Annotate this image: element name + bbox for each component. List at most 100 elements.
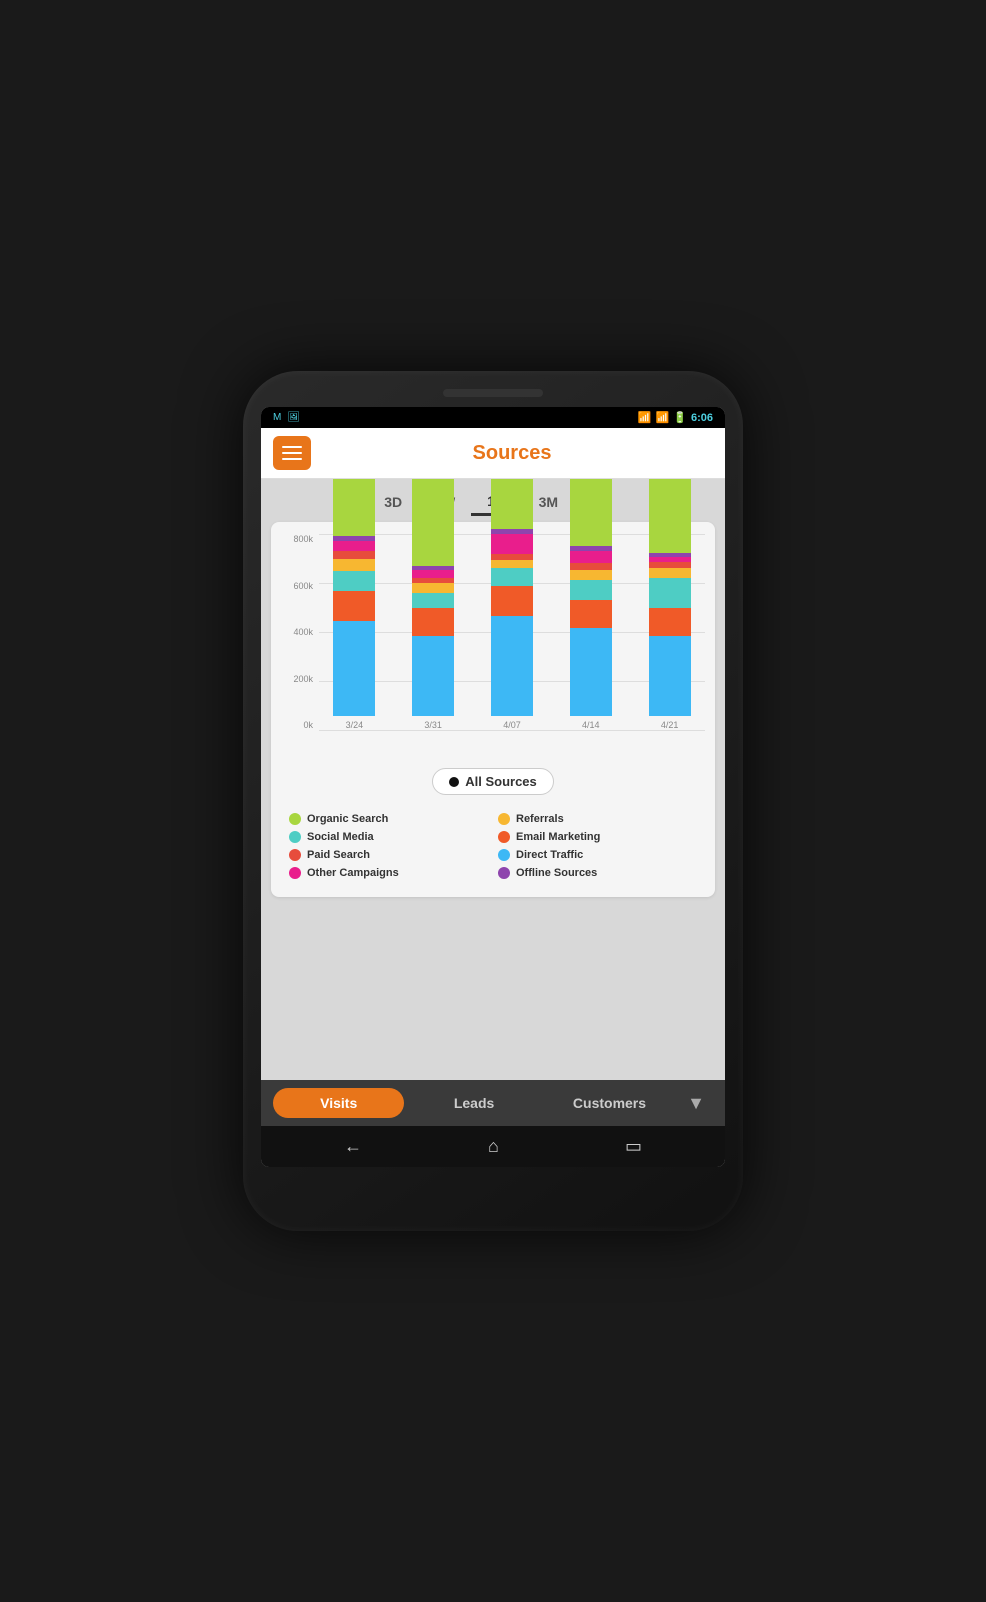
segment-direct-407 xyxy=(491,616,533,716)
stacked-bar-324 xyxy=(333,479,375,716)
page-title: Sources xyxy=(311,442,713,465)
legend-dot-other xyxy=(289,867,301,879)
legend-label-social: Social Media xyxy=(307,831,374,843)
menu-line-3 xyxy=(282,458,302,460)
legend-item-email[interactable]: Email Marketing xyxy=(498,831,697,843)
bar-label-324: 3/24 xyxy=(346,720,364,730)
phone-device: M 🖼 📶 📶 🔋 6:06 Sources 3D xyxy=(243,371,743,1231)
segment-paid-324 xyxy=(333,551,375,559)
legend-dot-social xyxy=(289,831,301,843)
segment-direct-331 xyxy=(412,636,454,716)
bar-label-331: 3/31 xyxy=(424,720,442,730)
segment-other-407 xyxy=(491,534,533,554)
segment-email-414 xyxy=(570,600,612,628)
legend-dot-offline xyxy=(498,867,510,879)
all-sources-button[interactable]: All Sources xyxy=(432,768,554,795)
segment-referral-407 xyxy=(491,560,533,568)
segment-email-421 xyxy=(649,608,691,636)
stacked-bar-331 xyxy=(412,479,454,716)
legend-label-organic: Organic Search xyxy=(307,813,388,825)
segment-paid-414 xyxy=(570,563,612,570)
menu-button[interactable] xyxy=(273,436,311,470)
legend-item-organic[interactable]: Organic Search xyxy=(289,813,488,825)
filter-icon[interactable]: ▼ xyxy=(679,1089,713,1118)
bar-group-421: 4/21 xyxy=(634,479,705,730)
legend-item-other[interactable]: Other Campaigns xyxy=(289,867,488,879)
stacked-bar-414 xyxy=(570,479,612,716)
segment-social-421 xyxy=(649,578,691,608)
legend-dot-organic xyxy=(289,813,301,825)
status-bar: M 🖼 📶 📶 🔋 6:06 xyxy=(261,407,725,428)
bars-container: 3/24 xyxy=(319,534,705,730)
legend-item-direct[interactable]: Direct Traffic xyxy=(498,849,697,861)
bar-group-324: 3/24 xyxy=(319,479,390,730)
status-left: M 🖼 xyxy=(273,412,300,423)
tab-customers[interactable]: Customers xyxy=(544,1088,675,1118)
bar-label-407: 4/07 xyxy=(503,720,521,730)
tab-leads[interactable]: Leads xyxy=(408,1088,539,1118)
recent-button[interactable]: ▭ xyxy=(625,1136,642,1157)
segment-other-324 xyxy=(333,541,375,551)
image-icon: 🖼 xyxy=(287,412,300,423)
all-sources-dot xyxy=(449,777,459,787)
segment-direct-414 xyxy=(570,628,612,716)
stacked-bar-407 xyxy=(491,479,533,716)
back-button[interactable]: ← xyxy=(344,1136,362,1157)
tab-visits[interactable]: Visits xyxy=(273,1088,404,1118)
bar-label-414: 4/14 xyxy=(582,720,600,730)
y-label-0k: 0k xyxy=(281,720,317,730)
segment-organic-324 xyxy=(333,479,375,536)
main-content: 3D 1W 1M 3M ... 800k 600k 400k 200k 0k xyxy=(261,479,725,1080)
legend-item-offline[interactable]: Offline Sources xyxy=(498,867,697,879)
chart-area: 800k 600k 400k 200k 0k xyxy=(281,534,705,754)
segment-organic-414 xyxy=(570,479,612,546)
chart-card: 800k 600k 400k 200k 0k xyxy=(271,522,715,897)
all-sources-label: All Sources xyxy=(465,774,537,789)
legend-label-email: Email Marketing xyxy=(516,831,600,843)
segment-email-324 xyxy=(333,591,375,621)
segment-social-331 xyxy=(412,593,454,608)
wifi-icon: 📶 xyxy=(638,411,652,424)
y-label-600k: 600k xyxy=(281,581,317,591)
segment-other-414 xyxy=(570,551,612,563)
signal-icon: 📶 xyxy=(656,411,670,424)
status-right: 📶 📶 🔋 6:06 xyxy=(638,411,713,424)
legend-dot-direct xyxy=(498,849,510,861)
legend-item-paid[interactable]: Paid Search xyxy=(289,849,488,861)
phone-speaker xyxy=(443,389,543,397)
legend-label-offline: Offline Sources xyxy=(516,867,597,879)
menu-line-1 xyxy=(282,446,302,448)
segment-social-324 xyxy=(333,571,375,591)
segment-organic-407 xyxy=(491,479,533,529)
bottom-tab-bar: Visits Leads Customers ▼ xyxy=(261,1080,725,1126)
segment-social-414 xyxy=(570,580,612,600)
segment-direct-324 xyxy=(333,621,375,716)
legend-dot-referrals xyxy=(498,813,510,825)
battery-icon: 🔋 xyxy=(673,411,687,424)
home-button[interactable]: ⌂ xyxy=(488,1136,499,1157)
legend-item-referrals[interactable]: Referrals xyxy=(498,813,697,825)
legend-label-other: Other Campaigns xyxy=(307,867,399,879)
phone-screen: M 🖼 📶 📶 🔋 6:06 Sources 3D xyxy=(261,407,725,1167)
bar-group-407: 4/07 xyxy=(477,479,548,730)
segment-organic-421 xyxy=(649,479,691,553)
segment-direct-421 xyxy=(649,636,691,716)
y-label-800k: 800k xyxy=(281,534,317,544)
segment-email-331 xyxy=(412,608,454,636)
legend-dot-paid xyxy=(289,849,301,861)
gmail-icon: M xyxy=(273,412,281,423)
segment-other-331 xyxy=(412,570,454,578)
segment-social-407 xyxy=(491,568,533,586)
legend-item-social[interactable]: Social Media xyxy=(289,831,488,843)
app-header: Sources xyxy=(261,428,725,479)
chart-legend: Organic Search Referrals Social Media Em… xyxy=(281,809,705,887)
bar-label-421: 4/21 xyxy=(661,720,679,730)
bar-group-414: 4/14 xyxy=(555,479,626,730)
segment-email-407 xyxy=(491,586,533,616)
segment-referral-324 xyxy=(333,559,375,571)
segment-referral-421 xyxy=(649,568,691,578)
y-axis: 800k 600k 400k 200k 0k xyxy=(281,534,317,730)
grid-line-bottom xyxy=(319,730,705,731)
stacked-bar-421 xyxy=(649,479,691,716)
clock: 6:06 xyxy=(691,412,713,424)
